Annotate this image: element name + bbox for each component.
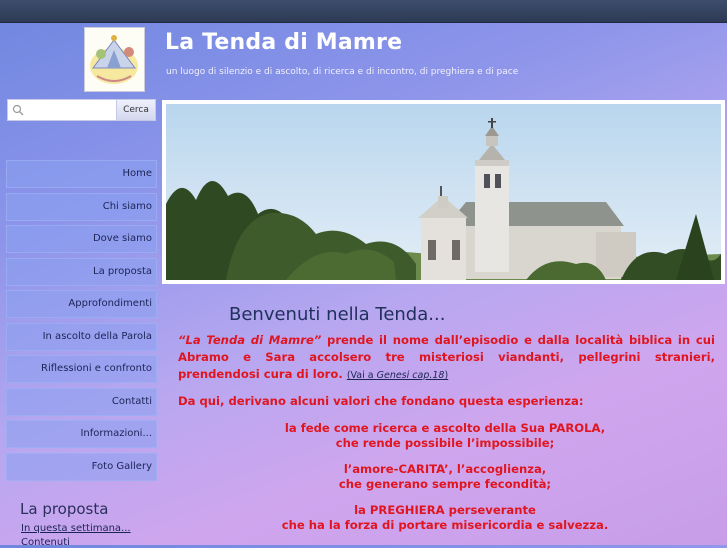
top-bar <box>0 0 727 23</box>
nav-item-in-ascolto[interactable]: In ascolto della Parola <box>6 322 157 351</box>
search-icon <box>12 104 24 116</box>
nav-item-informazioni[interactable]: Informazioni... <box>6 420 157 448</box>
intro-paragraph: “La Tenda di Mamre” prende il nome dall’… <box>178 332 715 384</box>
search-form: Cerca <box>7 99 156 121</box>
nav-item-la-proposta[interactable]: La proposta <box>6 257 157 286</box>
nav-item-dove-siamo[interactable]: Dove siamo <box>6 225 157 253</box>
header-banner <box>162 100 725 284</box>
genesis-link[interactable]: (Vai a Genesi cap.18) <box>347 370 448 381</box>
search-button[interactable]: Cerca <box>116 99 156 121</box>
sidebar-link-contenuti[interactable]: Contenuti <box>21 537 70 548</box>
sidebar-heading: La proposta <box>20 500 109 518</box>
site-title[interactable]: La Tenda di Mamre <box>165 30 402 55</box>
value-prayer: la PREGHIERA perseverante che ha la forza… <box>281 503 609 532</box>
nav-item-approfondimenti[interactable]: Approfondimenti <box>6 290 157 318</box>
intro-name: “La Tenda di Mamre” <box>178 333 322 347</box>
nav-item-foto-gallery[interactable]: Foto Gallery <box>6 452 157 481</box>
search-input[interactable] <box>7 99 117 121</box>
nav-item-home[interactable]: Home <box>6 160 157 188</box>
welcome-heading: Benvenuti nella Tenda... <box>229 304 446 325</box>
nav-item-riflessioni[interactable]: Riflessioni e confronto <box>6 355 157 383</box>
church-photo <box>166 104 721 280</box>
site-logo[interactable] <box>84 27 145 92</box>
sidebar-link-settimana[interactable]: In questa settimana... <box>21 523 131 534</box>
site-tagline: un luogo di silenzio e di ascolto, di ri… <box>166 67 519 77</box>
value-charity: l’amore-CARITA’, l’accoglienza, che gener… <box>338 462 552 491</box>
value-faith: la fede come ricerca e ascolto della Sua… <box>284 421 606 450</box>
nav-item-chi-siamo[interactable]: Chi siamo <box>6 192 157 221</box>
nav-item-contatti[interactable]: Contatti <box>6 387 157 416</box>
values-intro: Da qui, derivano alcuni valori che fonda… <box>178 394 584 408</box>
main-nav: Home Chi siamo Dove siamo La proposta Ap… <box>6 160 157 485</box>
